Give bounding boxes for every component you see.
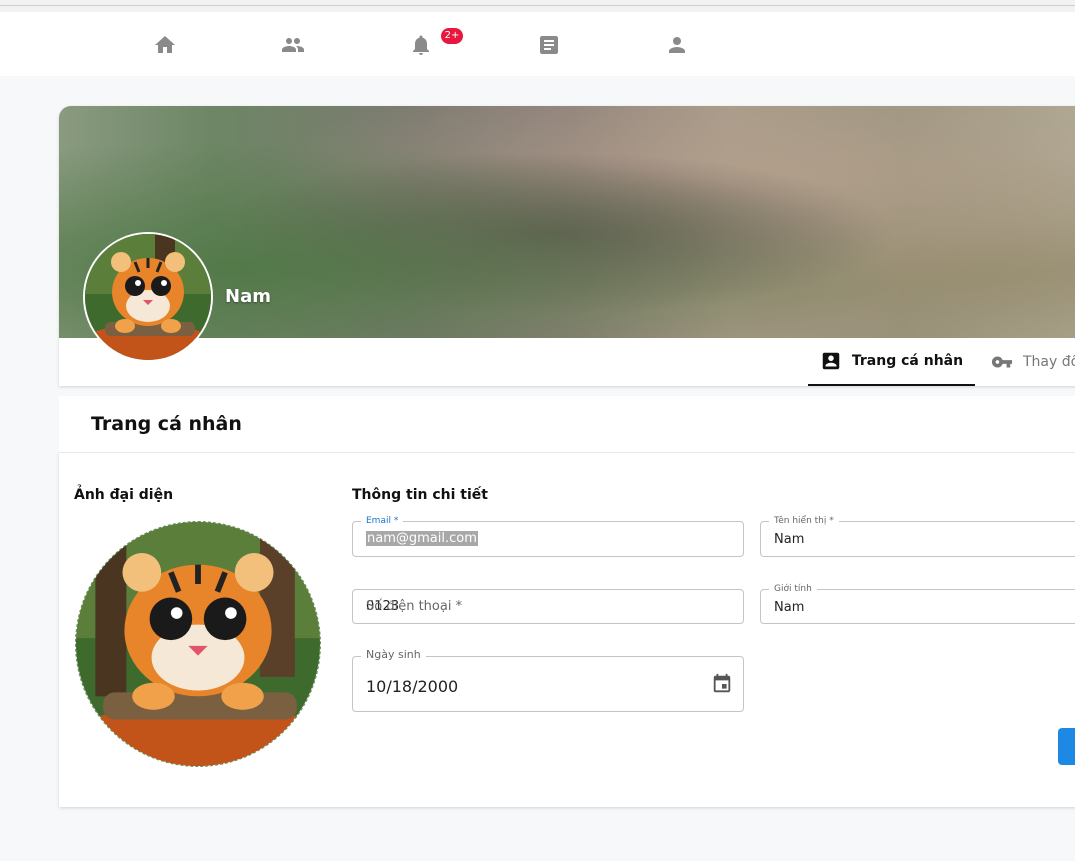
key-icon [991, 356, 1013, 368]
detail-heading: Thông tin chi tiết [352, 487, 488, 503]
avatar-heading: Ảnh đại diện [74, 487, 174, 503]
email-value: nam@gmail.com [366, 531, 478, 546]
display-name-field[interactable]: Tên hiển thị * Nam [760, 515, 1075, 557]
article-icon [540, 36, 558, 54]
tab-profile[interactable]: Trang cá nhân [808, 338, 975, 386]
tiger-avatar-large-image [76, 522, 320, 766]
nav-home[interactable] [151, 32, 179, 58]
display-name-value: Nam [774, 532, 805, 547]
person-icon [669, 37, 685, 53]
nav-articles[interactable] [535, 32, 563, 58]
notification-badge: 2+ [441, 28, 463, 44]
display-name-label: Tên hiển thị * [769, 515, 839, 527]
birthdate-field[interactable]: Ngày sinh 10/18/2000 [352, 649, 744, 712]
birthdate-label: Ngày sinh [361, 649, 426, 661]
birthdate-value: 10/18/2000 [366, 677, 459, 696]
gender-select[interactable]: Giới tính Nam [760, 583, 1075, 624]
friends-icon [282, 38, 304, 52]
phone-field[interactable]: 0123 Số điện thoại * [352, 589, 744, 624]
gender-label: Giới tính [769, 583, 817, 595]
nav-friends[interactable] [279, 32, 307, 58]
calendar-icon[interactable] [711, 673, 733, 695]
nav-notifications[interactable] [407, 32, 435, 58]
tab-profile-label: Trang cá nhân [851, 353, 964, 369]
top-navbar [0, 12, 1075, 76]
profile-header-card: Nam Trang cá nhân Thay đổ [59, 106, 1075, 386]
tab-change-password-label: Thay đổ [1023, 354, 1075, 370]
tiger-avatar-image [85, 234, 211, 360]
profile-form-card: Ảnh đại diện Thông tin chi tiết Email * … [59, 453, 1075, 807]
email-field[interactable]: Email * nam@gmail.com [352, 515, 744, 557]
section-title: Trang cá nhân [91, 413, 242, 435]
home-icon [155, 36, 175, 53]
profile-display-name: Nam [225, 286, 271, 307]
avatar-upload[interactable] [75, 521, 321, 767]
section-header: Trang cá nhân [59, 396, 1075, 453]
contact-card-icon [822, 352, 840, 370]
save-button[interactable] [1058, 728, 1075, 765]
gender-value: Nam [774, 600, 805, 615]
profile-avatar[interactable] [83, 232, 213, 362]
email-label: Email * [361, 515, 404, 527]
phone-label: Số điện thoại * [366, 599, 463, 614]
profile-tabs: Trang cá nhân Thay đổ [59, 338, 1075, 386]
tab-change-password[interactable]: Thay đổ [991, 338, 1075, 386]
bell-icon [413, 35, 429, 55]
nav-profile[interactable] [663, 32, 691, 58]
